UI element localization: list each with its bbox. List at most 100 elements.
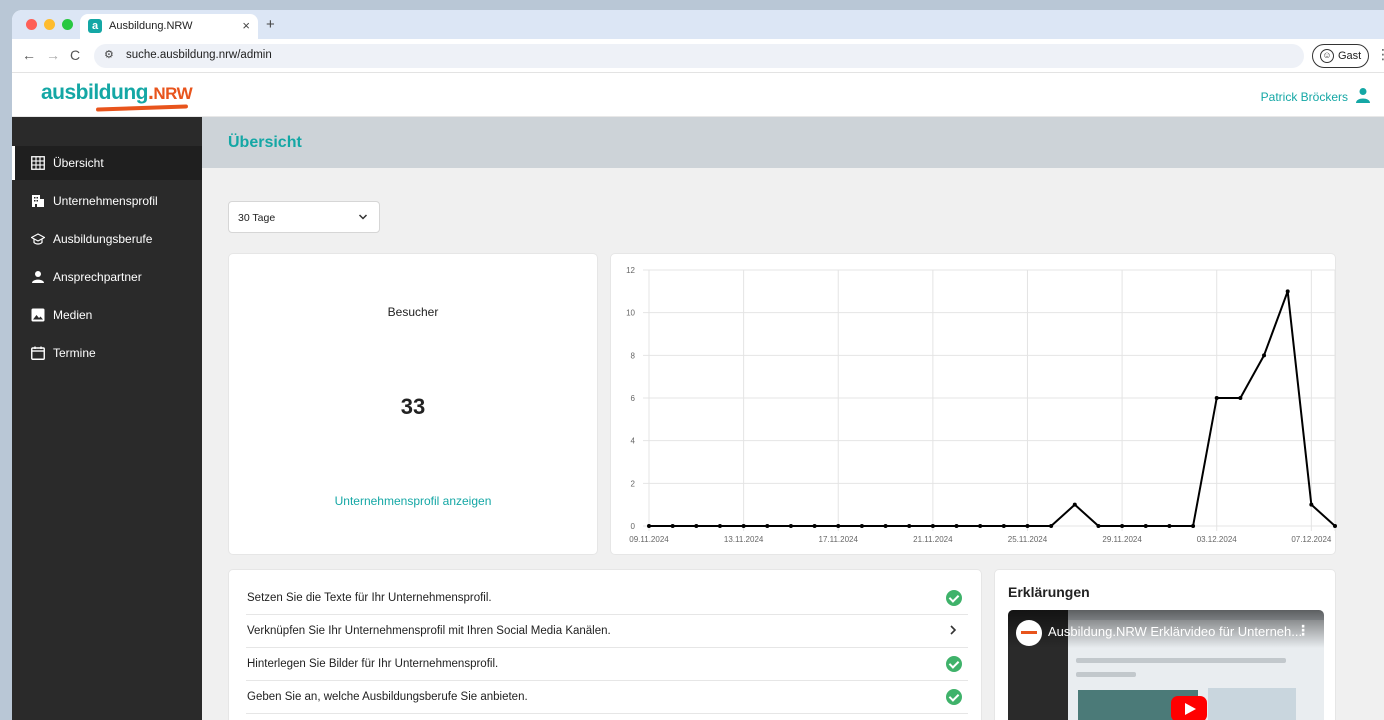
sidebar-item-label: Ansprechpartner	[53, 270, 142, 284]
main-content: Übersicht 30 Tage Besucher 33 Unternehme…	[202, 117, 1384, 720]
data-point	[741, 524, 746, 528]
profile-icon: ☺	[1320, 49, 1334, 63]
browser-window: a Ausbildung.NRW × + ← → C ⚙ suche.ausbi…	[12, 10, 1384, 720]
close-window-button[interactable]	[26, 19, 37, 30]
sidebar-item-unternehmensprofil[interactable]: Unternehmensprofil	[12, 184, 202, 218]
data-point	[1238, 396, 1243, 400]
data-point	[694, 524, 699, 528]
sidebar-item-label: Termine	[53, 346, 96, 360]
data-point	[954, 524, 959, 528]
data-point	[1285, 289, 1290, 294]
check-circle-icon	[946, 590, 962, 606]
sidebar: Übersicht Unternehmensprofil Ausbildungs…	[12, 117, 202, 720]
play-button-icon[interactable]	[1171, 696, 1207, 720]
data-point	[670, 524, 675, 528]
data-point	[1143, 524, 1148, 528]
x-tick-label: 03.12.2024	[1197, 535, 1238, 544]
tab-bar: a Ausbildung.NRW × +	[12, 10, 1384, 39]
view-profile-link[interactable]: Unternehmensprofil anzeigen	[229, 494, 597, 508]
sidebar-item-uebersicht[interactable]: Übersicht	[12, 146, 202, 180]
todo-item[interactable]: Setzen Sie die Texte für Ihr Unternehmen…	[246, 582, 968, 615]
new-tab-button[interactable]: +	[266, 16, 275, 33]
user-name-link[interactable]: Patrick Bröckers	[1261, 90, 1348, 104]
data-point	[717, 524, 722, 528]
tab-close-icon[interactable]: ×	[242, 18, 250, 33]
todo-item-text: Setzen Sie die Texte für Ihr Unternehmen…	[247, 592, 492, 604]
logo-main: ausbildung	[41, 81, 149, 104]
calendar-icon	[31, 346, 45, 360]
period-select[interactable]: 30 Tage	[228, 201, 380, 233]
y-tick-label: 2	[631, 479, 636, 488]
x-tick-label: 17.11.2024	[819, 535, 859, 544]
data-point	[812, 524, 817, 528]
data-point	[1049, 524, 1054, 528]
sidebar-item-ausbildungsberufe[interactable]: Ausbildungsberufe	[12, 222, 202, 256]
data-point	[1025, 524, 1030, 528]
sidebar-item-medien[interactable]: Medien	[12, 298, 202, 332]
todo-item[interactable]: Verknüpfen Sie Ihr Unternehmensprofil mi…	[246, 615, 968, 648]
url-field[interactable]: ⚙ suche.ausbildung.nrw/admin	[94, 44, 1304, 68]
reload-icon[interactable]: C	[70, 47, 80, 63]
data-point	[1333, 524, 1337, 528]
data-point	[1214, 396, 1219, 400]
y-tick-label: 12	[626, 266, 635, 275]
browser-tab[interactable]: a Ausbildung.NRW ×	[80, 14, 258, 39]
forward-icon[interactable]: →	[46, 47, 60, 63]
sidebar-item-ansprechpartner[interactable]: Ansprechpartner	[12, 260, 202, 294]
sidebar-item-termine[interactable]: Termine	[12, 336, 202, 370]
series-line	[649, 290, 1336, 527]
guest-label: Gast	[1338, 50, 1362, 62]
todo-item-text: Hinterlegen Sie Bilder für Ihr Unternehm…	[247, 658, 499, 670]
guest-profile-button[interactable]: ☺ Gast	[1312, 44, 1369, 68]
todo-item[interactable]: Geben Sie an, welche Ausbildungsberufe S…	[246, 681, 968, 714]
video-thumbnail-row	[1076, 658, 1286, 663]
x-tick-label: 13.11.2024	[724, 535, 764, 544]
sidebar-item-label: Unternehmensprofil	[53, 194, 158, 208]
data-point	[1262, 353, 1267, 358]
check-circle-icon	[946, 689, 962, 705]
browser-menu-icon[interactable]: ⋮	[1376, 46, 1384, 63]
user-icon[interactable]	[1356, 87, 1370, 103]
minimize-window-button[interactable]	[44, 19, 55, 30]
x-tick-label: 07.12.2024	[1291, 535, 1332, 544]
data-point	[883, 524, 888, 528]
data-point	[978, 524, 983, 528]
grid-icon	[31, 156, 45, 170]
video-thumbnail-image	[1208, 688, 1296, 720]
favicon-icon: a	[88, 19, 102, 33]
visitors-chart-card: 0 2 4 6 8 10 12 09.11.2024 13.11.2024 17.11.2024 2…	[610, 253, 1337, 555]
sidebar-item-label: Ausbildungsberufe	[53, 232, 153, 246]
back-icon[interactable]: ←	[22, 47, 36, 63]
data-point	[1309, 502, 1314, 507]
visitors-label: Besucher	[387, 305, 439, 319]
todo-item-text: Geben Sie an, welche Ausbildungsberufe S…	[247, 691, 528, 703]
tab-title: Ausbildung.NRW	[109, 20, 193, 32]
channel-avatar[interactable]	[1016, 620, 1042, 646]
data-point	[1096, 524, 1101, 528]
more-options-icon[interactable]: ⋮	[1296, 622, 1310, 639]
data-point	[1167, 524, 1172, 528]
site-info-icon[interactable]: ⚙	[104, 48, 114, 61]
data-point	[647, 524, 651, 528]
logo-swoosh	[95, 104, 189, 112]
address-bar: ← → C ⚙ suche.ausbildung.nrw/admin ☺ Gas…	[12, 39, 1384, 73]
explainer-video[interactable]: Ausbildung.NRW Erklärvideo für Unterneh.…	[1008, 610, 1324, 720]
page-title: Übersicht	[228, 134, 302, 151]
data-point	[907, 524, 912, 528]
building-icon	[32, 195, 44, 207]
graduation-cap-icon	[31, 233, 45, 245]
site-logo[interactable]: ausbildung.NRW	[41, 81, 193, 105]
video-thumbnail-row	[1076, 672, 1136, 677]
todo-item[interactable]: Hinterlegen Sie Bilder für Ihr Unternehm…	[246, 648, 968, 681]
x-tick-label: 09.11.2024	[629, 535, 669, 544]
url-text: suche.ausbildung.nrw/admin	[126, 49, 272, 61]
visitors-line-chart: 0 2 4 6 8 10 12 09.11.2024 13.11.2024 17.11.2024 2…	[626, 266, 1337, 544]
data-point	[1001, 524, 1006, 528]
data-point	[1120, 524, 1125, 528]
zoom-window-button[interactable]	[62, 19, 73, 30]
todo-item-text: Verknüpfen Sie Ihr Unternehmensprofil mi…	[247, 625, 611, 637]
video-title[interactable]: Ausbildung.NRW Erklärvideo für Unterneh.…	[1048, 624, 1302, 639]
todo-list-card: Setzen Sie die Texte für Ihr Unternehmen…	[228, 569, 982, 720]
explanations-card: Erklärungen Ausbildung.NRW Erklärvideo f…	[994, 569, 1336, 720]
y-tick-label: 8	[631, 351, 636, 360]
